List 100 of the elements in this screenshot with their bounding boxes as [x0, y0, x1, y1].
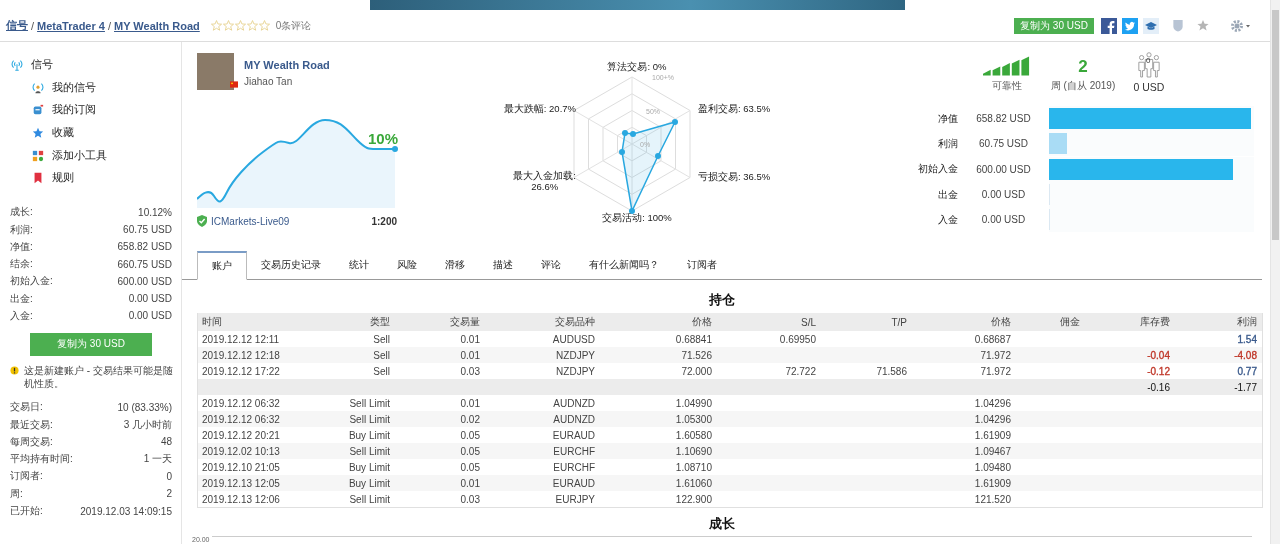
breadcrumb-separator: / [107, 19, 111, 32]
stat-value: 0 [166, 470, 172, 482]
stat-label: 订阅者: [10, 469, 43, 484]
flag-icon [230, 81, 238, 88]
column-header: 类型 [369, 315, 390, 329]
table-cell-text: 0.77 [1236, 365, 1257, 377]
stat-label: 每周交易: [10, 434, 53, 449]
weeks-count: 2 [1078, 58, 1088, 76]
growth-percent: 10% [368, 130, 399, 147]
table-cell-text: 1.09480 [973, 461, 1011, 473]
tab[interactable]: 账户 [197, 251, 247, 280]
stat-value: 60.75 USD [123, 224, 172, 235]
table-cell-text: 0.05 [459, 445, 480, 457]
table-cell-text: AUDUSD [551, 333, 595, 345]
table-cell-text: EURJPY [554, 493, 595, 505]
stat-value: 2019.12.03 14:09:15 [80, 505, 172, 517]
tab[interactable]: 评论 [527, 251, 575, 279]
table-cell-text: 1.54 [1236, 333, 1257, 345]
column-header: 价格 [990, 315, 1011, 329]
sidebar-item[interactable]: 我的订阅 [10, 99, 172, 122]
balance-value: 0.00 USD [980, 214, 1027, 226]
stat-label: 入金: [10, 309, 33, 323]
subscribers-icon [1137, 52, 1161, 78]
table-cell-text: Sell Limit [348, 397, 390, 409]
table-cell-text: 0.03 [459, 493, 480, 505]
star-icon[interactable] [1197, 19, 1209, 32]
breadcrumb-link[interactable]: MY Wealth Road [114, 19, 200, 32]
table-cell-text: 0.05 [459, 429, 480, 441]
scrollbar-thumb[interactable] [1272, 10, 1279, 240]
balance-label: 初始入金 [917, 162, 958, 177]
table-cell-text: 1.04990 [674, 397, 712, 409]
tab[interactable]: 有什么新闻吗？ [575, 251, 673, 279]
table-cell-text: 71.972 [979, 365, 1011, 377]
stat-label: 初始入金: [10, 274, 53, 289]
radar-axis-label: 最大入金加载: 26.6% [513, 170, 576, 193]
table-cell-text: Sell [372, 333, 390, 345]
tab[interactable]: 风险 [383, 251, 431, 279]
table-cell-text: 0.01 [459, 397, 480, 409]
column-header: T/P [890, 316, 907, 328]
subscriber-funds: 0 USD [1133, 81, 1165, 93]
tab[interactable]: 订阅者 [673, 251, 731, 279]
sidebar-item[interactable]: 添加小工具 [10, 144, 172, 167]
table-cell-text: 2019.12.12 06:32 [201, 413, 281, 425]
facebook-icon[interactable] [1101, 17, 1117, 34]
scrollbar[interactable] [1270, 0, 1280, 544]
table-cell-text: 1.09467 [973, 445, 1011, 457]
subscriber-count: 0 [1146, 56, 1151, 65]
broker-server-link[interactable]: ICMarkets-Live09 [211, 215, 290, 227]
table-cell-text: 0.01 [459, 477, 480, 489]
verified-shield-icon [197, 215, 207, 227]
table-cell-text: AUDNZD [552, 397, 595, 409]
table-cell-text: 2019.12.12 17:22 [201, 365, 281, 377]
twitter-icon[interactable] [1122, 17, 1138, 34]
table-cell-text: 122.900 [674, 493, 712, 505]
table-cell-text: EURAUD [551, 429, 595, 441]
tab[interactable]: 描述 [479, 251, 527, 279]
table-cell-text: 2019.12.13 12:06 [201, 493, 281, 505]
sidebar-item[interactable]: 规则 [10, 166, 172, 190]
table-cell-text: 2019.12.12 20:21 [201, 429, 281, 441]
signal-name-link[interactable]: MY Wealth Road [244, 59, 330, 71]
bookmark-icon [32, 172, 44, 185]
stat-value: 600.00 USD [117, 275, 172, 287]
breadcrumb-link[interactable]: 信号 [6, 18, 28, 33]
sidebar-item[interactable]: 收藏 [10, 121, 172, 145]
balance-label: 出金 [937, 187, 958, 202]
author-name: Jiahao Tan [244, 76, 294, 87]
tab[interactable]: 统计 [335, 251, 383, 279]
table-cell-text: AUDNZD [552, 413, 595, 425]
table-cell-text: 1.60580 [674, 429, 712, 441]
table-cell-text: -0.16 [1146, 381, 1170, 393]
radar-axis-label: 最大跌幅: 20.7% [503, 102, 576, 116]
sidebar-item[interactable]: 信号 [10, 54, 172, 77]
table-cell-text: 2019.12.02 10:13 [201, 445, 281, 457]
table-cell-text: 1.04296 [973, 397, 1011, 409]
graduation-cap-icon[interactable] [1143, 17, 1159, 34]
balance-value: 60.75 USD [978, 138, 1029, 150]
table-cell-text: Buy Limit [347, 461, 390, 473]
stat-label: 出金: [10, 291, 33, 306]
shield-icon[interactable] [1172, 19, 1184, 32]
stat-label: 结余: [10, 257, 33, 272]
column-header: 库存费 [1139, 315, 1170, 329]
stat-value: 2 [166, 488, 172, 500]
stat-label: 最近交易: [10, 417, 53, 432]
column-header: 交易品种 [554, 315, 595, 329]
balance-label: 净值 [937, 111, 958, 126]
breadcrumb-link[interactable]: MetaTrader 4 [37, 19, 105, 32]
table-cell-text: NZDJPY [555, 365, 595, 377]
tab[interactable]: 滑移 [431, 251, 479, 279]
tab[interactable]: 交易历史记录 [247, 251, 335, 279]
table-cell-text: 1.04296 [973, 413, 1011, 425]
stat-value: 0.00 USD [128, 310, 172, 322]
radar-axis-label: 亏损交易: 36.5% [698, 170, 771, 184]
table-cell-text: 1.10690 [674, 445, 712, 457]
warning-icon [10, 365, 19, 375]
sidebar-item[interactable]: 我的信号 [10, 76, 172, 100]
widgets-icon [32, 149, 44, 162]
settings-icon[interactable] [1230, 18, 1252, 33]
avatar-photo-placeholder [197, 53, 234, 90]
column-header: S/L [800, 316, 816, 328]
stat-label: 交易日: [10, 400, 43, 415]
